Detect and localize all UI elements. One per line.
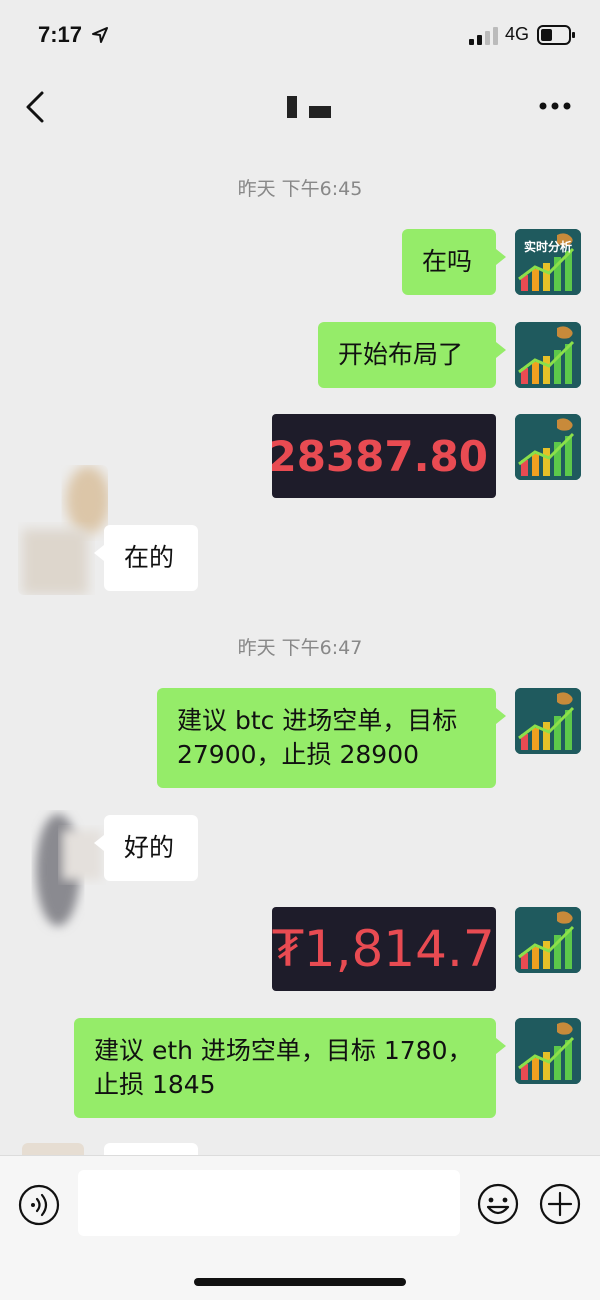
bull-chart-avatar-icon (515, 322, 581, 388)
received-message-bubble[interactable]: 在的 (94, 525, 198, 591)
status-bar: 7:17 4G (0, 0, 600, 70)
contact-avatar-blurred[interactable] (18, 810, 108, 940)
message-text: 在吗 (422, 247, 473, 276)
message-text-line: 止损 1845 (94, 1070, 216, 1099)
home-indicator[interactable] (194, 1278, 406, 1286)
location-arrow-icon (92, 27, 108, 43)
timestamp: 昨天 下午6:47 (237, 637, 363, 659)
bull-chart-avatar-icon (515, 688, 581, 754)
my-avatar[interactable]: 实时分析 (515, 229, 581, 295)
chat-nav-bar (0, 70, 600, 142)
more-dots-icon[interactable] (538, 98, 572, 114)
plus-icon[interactable] (538, 1182, 582, 1226)
sent-message-bubble[interactable]: 开始布局了 (318, 322, 506, 388)
contact-avatar-partial (22, 1143, 84, 1155)
my-avatar[interactable] (515, 322, 581, 388)
signal-icon (469, 27, 498, 45)
contact-avatar-blurred[interactable] (18, 465, 108, 595)
network-type: 4G (505, 24, 530, 44)
message-text-line: 27900，止损 28900 (177, 740, 420, 769)
chat-input-bar (0, 1155, 600, 1300)
my-avatar[interactable] (515, 414, 581, 480)
message-text: 好的 (124, 833, 175, 862)
bull-chart-avatar-icon (515, 907, 581, 973)
sent-message-bubble[interactable]: 建议 eth 进场空单，目标 1780， 止损 1845 (74, 1018, 506, 1118)
sent-message-bubble[interactable]: 建议 btc 进场空单，目标 27900，止损 28900 (157, 688, 506, 788)
message-text: 开始布局了 (338, 340, 464, 369)
price-screenshot-image[interactable]: 28387.80 (272, 414, 496, 498)
price-text: 28387.80 (272, 431, 488, 481)
message-text-line: 建议 eth 进场空单，目标 1780， (94, 1036, 473, 1065)
sent-message-bubble[interactable]: 在吗 (402, 229, 506, 295)
message-input[interactable] (78, 1170, 460, 1236)
back-chevron-icon[interactable] (22, 90, 48, 124)
status-time: 7:17 (38, 22, 83, 47)
received-message-bubble[interactable]: 好的 (94, 815, 198, 881)
message-text: 在的 (124, 543, 175, 572)
my-avatar[interactable] (515, 688, 581, 754)
my-avatar[interactable] (515, 907, 581, 973)
message-text-line: 建议 btc 进场空单，目标 (177, 706, 458, 735)
voice-icon[interactable] (18, 1184, 60, 1226)
timestamp: 昨天 下午6:45 (237, 178, 363, 200)
bull-chart-avatar-icon (515, 414, 581, 480)
price-screenshot-image[interactable]: ₮1,814.7 (272, 907, 496, 991)
chat-title-redacted (287, 96, 331, 118)
price-text: ₮1,814.7 (272, 920, 495, 978)
bull-chart-avatar-icon: 实时分析 (515, 229, 581, 295)
received-message-bubble-partial (104, 1143, 198, 1155)
emoji-icon[interactable] (476, 1182, 520, 1226)
battery-icon (537, 25, 575, 45)
bull-chart-avatar-icon (515, 1018, 581, 1084)
my-avatar[interactable] (515, 1018, 581, 1084)
avatar-text: 实时分析 (524, 239, 572, 254)
